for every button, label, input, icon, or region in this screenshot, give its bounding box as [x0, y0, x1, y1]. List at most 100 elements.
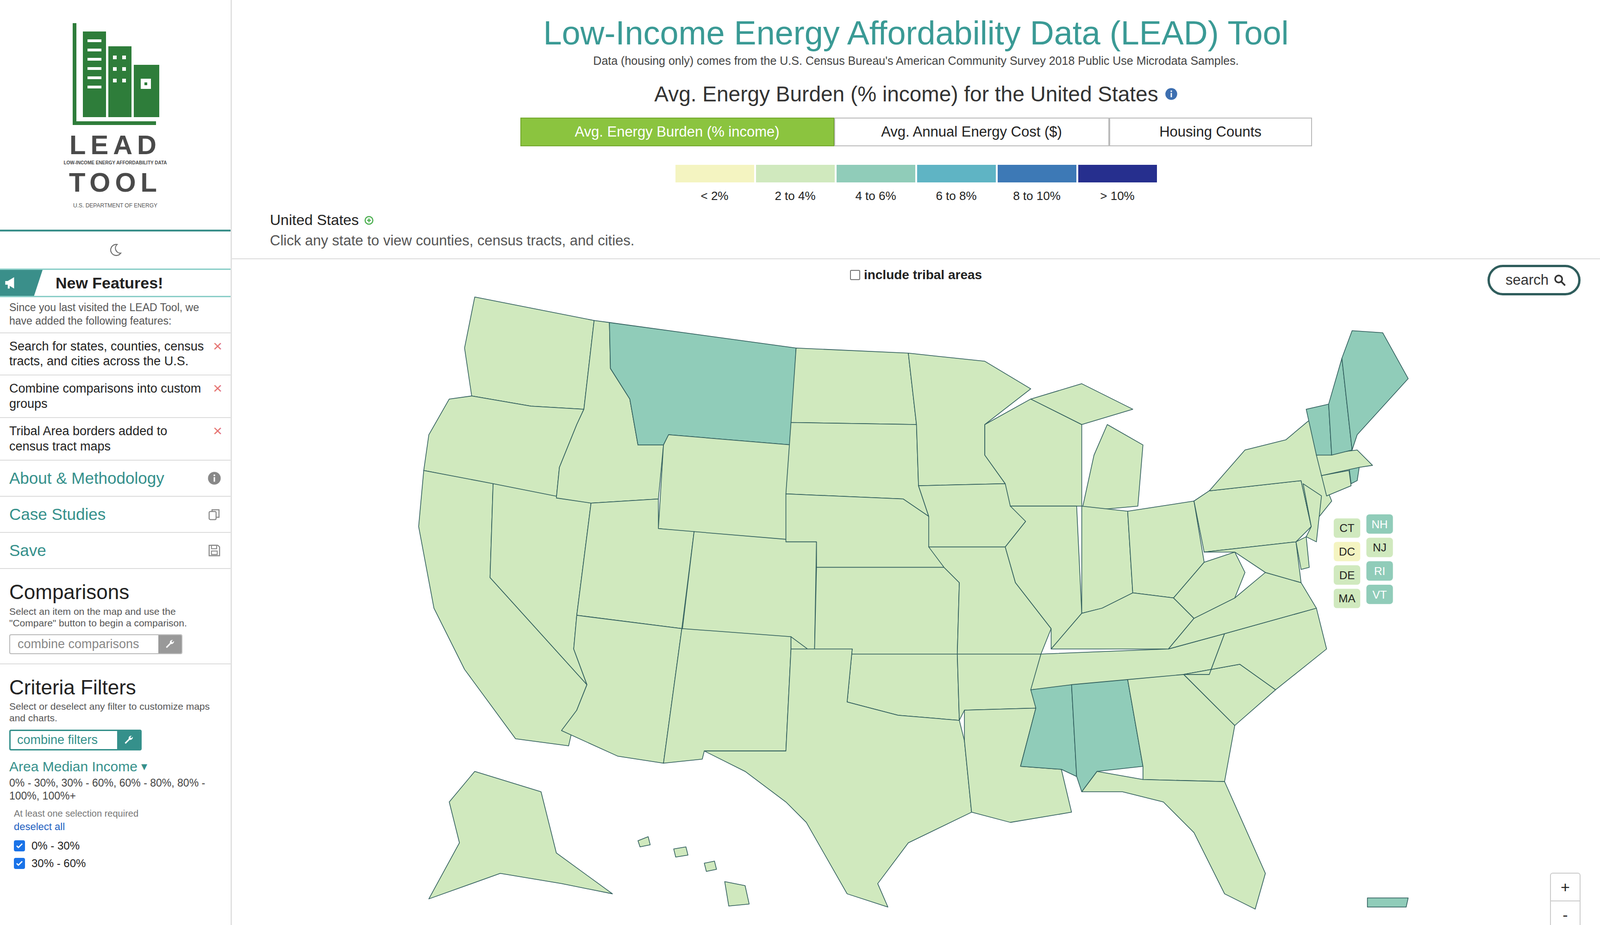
state-shape[interactable]: [1050, 593, 1194, 650]
state-shape[interactable]: [673, 846, 688, 857]
zoom-button[interactable]: +: [1550, 873, 1580, 902]
deselect-all-link[interactable]: deselect all: [9, 820, 222, 833]
info-icon[interactable]: [1164, 87, 1178, 101]
state-shape[interactable]: [464, 297, 594, 410]
state[interactable]: [1173, 552, 1245, 619]
state[interactable]: [1306, 404, 1332, 456]
sidebar-link[interactable]: Save: [0, 531, 231, 569]
small-state-swatch[interactable]: [1333, 518, 1361, 538]
dark-mode-toggle[interactable]: [0, 231, 231, 269]
checkbox[interactable]: [13, 857, 25, 869]
state-shape[interactable]: [637, 836, 650, 847]
small-state-swatch[interactable]: [1366, 514, 1393, 534]
state[interactable]: [658, 434, 791, 542]
state-shape[interactable]: [1349, 467, 1360, 484]
state-shape[interactable]: [1030, 383, 1133, 425]
tab[interactable]: Avg. Annual Energy Cost ($): [834, 117, 1110, 147]
state[interactable]: [561, 615, 682, 764]
state-shape[interactable]: [1306, 404, 1332, 456]
small-state-box[interactable]: MA: [1333, 588, 1361, 609]
state-shape[interactable]: [1367, 898, 1409, 908]
small-state-swatch[interactable]: [1333, 542, 1361, 562]
state-shape[interactable]: [704, 861, 717, 872]
area-median-income-toggle[interactable]: Area Median Income▾: [9, 758, 222, 775]
state-shape[interactable]: [1020, 684, 1077, 777]
filter-option[interactable]: 30% - 60%: [9, 855, 222, 873]
small-state-swatch[interactable]: [1333, 565, 1361, 585]
state-shape[interactable]: [1193, 480, 1312, 552]
state-shape[interactable]: [1204, 542, 1301, 583]
state-shape[interactable]: [704, 649, 972, 908]
combine-comparisons-button[interactable]: [158, 635, 182, 654]
state-shape[interactable]: [1081, 771, 1266, 909]
state-shape[interactable]: [658, 434, 791, 542]
state[interactable]: [428, 771, 613, 899]
close-button[interactable]: ×: [212, 338, 223, 370]
state[interactable]: [464, 297, 594, 410]
state[interactable]: [609, 322, 796, 445]
small-state-box[interactable]: VT: [1366, 584, 1393, 605]
state-shape[interactable]: [814, 567, 960, 655]
state[interactable]: [1303, 483, 1322, 543]
small-state-box[interactable]: RI: [1366, 561, 1393, 581]
state[interactable]: [1295, 537, 1310, 570]
small-state-swatch[interactable]: [1333, 588, 1361, 609]
state-shape[interactable]: [1341, 330, 1408, 450]
small-state-box[interactable]: NH: [1366, 514, 1393, 534]
small-state-box[interactable]: CT: [1333, 518, 1361, 538]
state-shape[interactable]: [609, 322, 796, 445]
state-shape[interactable]: [791, 348, 917, 425]
state[interactable]: [1367, 898, 1409, 908]
state-shape[interactable]: [428, 771, 613, 899]
small-state-swatch[interactable]: [1366, 561, 1393, 581]
sidebar-link[interactable]: About & Methodology: [0, 459, 231, 496]
close-button[interactable]: ×: [212, 423, 223, 455]
tab[interactable]: Housing Counts: [1109, 117, 1313, 147]
state-shape[interactable]: [1081, 424, 1144, 512]
state-shape[interactable]: [576, 499, 694, 629]
small-state-swatch[interactable]: [1366, 584, 1393, 605]
state-shape[interactable]: [724, 881, 750, 907]
small-state-box[interactable]: DC: [1333, 542, 1361, 562]
checkbox[interactable]: [13, 840, 25, 852]
sidebar-link[interactable]: Case Studies: [0, 495, 231, 532]
state[interactable]: [576, 499, 694, 629]
state[interactable]: [637, 836, 750, 907]
state[interactable]: [1341, 330, 1408, 450]
state[interactable]: [1050, 593, 1194, 650]
tab[interactable]: Avg. Energy Burden (% income): [520, 117, 835, 147]
state-shape[interactable]: [1173, 552, 1245, 619]
state[interactable]: [1349, 467, 1360, 484]
tribal-toggle[interactable]: include tribal areas: [846, 265, 986, 285]
breadcrumb-item[interactable]: United States: [269, 211, 1563, 229]
filter-option[interactable]: 0% - 30%: [9, 837, 222, 856]
state[interactable]: [1020, 684, 1077, 777]
close-button[interactable]: ×: [212, 381, 223, 412]
state[interactable]: [663, 628, 791, 764]
zoom-button[interactable]: -: [1550, 901, 1580, 925]
state[interactable]: [1193, 480, 1312, 552]
state-shape[interactable]: [663, 628, 791, 764]
small-state-box[interactable]: DE: [1333, 565, 1361, 585]
state-shape[interactable]: [786, 493, 945, 568]
tribal-checkbox[interactable]: [850, 269, 861, 281]
state[interactable]: [704, 649, 972, 908]
combine-filters-wrench[interactable]: [117, 731, 141, 750]
search-button[interactable]: search: [1487, 264, 1581, 296]
state[interactable]: [1204, 542, 1301, 583]
small-state-swatch[interactable]: [1366, 537, 1393, 558]
state[interactable]: [1081, 771, 1266, 909]
legend-swatch: [836, 164, 916, 183]
logo[interactable]: LEADLOW-INCOME ENERGY AFFORDABILITY DATA…: [0, 0, 231, 232]
state-shape[interactable]: [561, 615, 682, 764]
small-state-box[interactable]: NJ: [1366, 537, 1393, 558]
state-shape[interactable]: [1295, 537, 1310, 570]
us-map[interactable]: CTNHDCNJDERIMAVT: [231, 259, 1600, 925]
combine-comparisons-field[interactable]: combine comparisons: [9, 634, 183, 655]
state[interactable]: [1030, 383, 1143, 512]
state[interactable]: [786, 493, 945, 568]
state[interactable]: [814, 567, 960, 655]
combine-filters-button[interactable]: combine filters: [9, 729, 142, 751]
state[interactable]: [791, 348, 917, 425]
state-shape[interactable]: [1303, 483, 1322, 543]
